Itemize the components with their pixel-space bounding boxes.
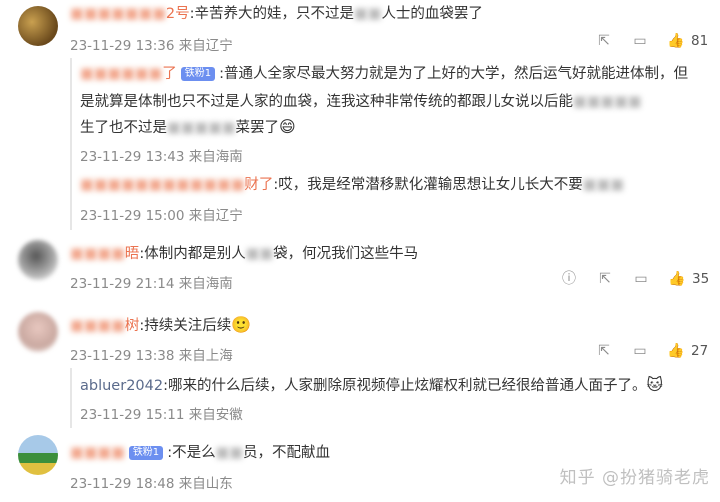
like-icon[interactable]: 👍: [667, 343, 685, 359]
timestamp: 23-11-29 18:48: [70, 476, 175, 492]
avatar[interactable]: [18, 6, 58, 46]
avatar[interactable]: [18, 240, 58, 280]
comment-meta: 23-11-29 13:36 来自辽宁: [70, 34, 233, 54]
username[interactable]: ■■■■■■■■■■■■: [80, 177, 244, 193]
avatar[interactable]: [18, 435, 58, 475]
comment-text: ■■■■■■■2号:辛苦养大的娃，只不过是■■人士的血袋罢了: [70, 3, 483, 25]
timestamp: 23-11-29 13:43: [80, 149, 185, 165]
timestamp: 23-11-29 13:36: [70, 38, 175, 54]
blurred-text: ■■: [215, 445, 243, 461]
location: 来自安徽: [188, 407, 243, 423]
comment-icon[interactable]: ▭: [631, 33, 649, 49]
reply-text: ■■■■■■■■■■■■财了:哎，我是经常潜移默化灌输思想让女儿长大不要■■■: [80, 174, 624, 196]
laugh-emoji-icon: 😄: [279, 117, 296, 136]
reply-text-line3: 生了也不过是■■■■■菜罢了😄: [80, 116, 296, 139]
username[interactable]: abluer2042: [80, 378, 163, 394]
location: 来自山东: [178, 476, 233, 492]
report-icon[interactable]: ⓘ: [560, 271, 578, 287]
comment-body: :普通人全家尽最大努力就是为了上好的大学，然后运气好就能进体制，但: [219, 66, 688, 82]
comment-body: 生了也不过是: [80, 120, 167, 136]
smile-emoji-icon: 🙂: [231, 315, 252, 334]
comment-actions: ⇱ ▭ 👍 27: [595, 343, 708, 359]
blurred-text: ■■■■■: [167, 120, 236, 136]
timestamp: 23-11-29 21:14: [70, 276, 175, 292]
comment-body: :体制内都是别人: [139, 246, 246, 262]
blurred-text: ■■: [245, 246, 274, 262]
location: 来自上海: [178, 348, 233, 364]
username-suffix[interactable]: 树: [125, 318, 140, 334]
username[interactable]: ■■■■: [70, 445, 125, 461]
like-count: 27: [691, 343, 709, 359]
username-suffix[interactable]: 了: [162, 66, 177, 82]
comment-body: 袋，何况我们这些牛马: [273, 246, 419, 262]
comment-actions: ⇱ ▭ 👍 81: [595, 33, 708, 49]
comment-meta: 23-11-29 15:11 来自安徽: [80, 403, 243, 423]
blurred-text: ■■■: [582, 177, 624, 193]
comment-body: :哎，我是经常潜移默化灌输思想让女儿长大不要: [273, 177, 583, 193]
watermark: 知乎 @扮猪骑老虎: [559, 468, 710, 488]
timestamp: 23-11-29 15:11: [80, 407, 185, 423]
like-icon[interactable]: 👍: [668, 271, 686, 287]
location: 来自辽宁: [188, 208, 243, 224]
comment-body: 员，不配献血: [242, 445, 330, 461]
comment-body: 菜罢了: [235, 120, 280, 136]
comment-body: :不是么: [167, 445, 216, 461]
comment-text: ■■■■ 铁粉1:不是么■■员，不配献血: [70, 442, 330, 464]
share-icon[interactable]: ⇱: [595, 343, 613, 359]
emoji-icon: 🐱: [646, 375, 664, 394]
timestamp: 23-11-29 13:38: [70, 348, 175, 364]
username-suffix[interactable]: 2号: [166, 6, 190, 22]
comment-actions: ⓘ ⇱ ▭ 👍 35: [560, 271, 709, 287]
comment-icon[interactable]: ▭: [632, 271, 650, 287]
comment-icon[interactable]: ▭: [631, 343, 649, 359]
comment-body: 是就算是体制也只不过是人家的血袋，连我这种非常传统的都跟儿女说以后能: [80, 94, 573, 110]
comment-body: :辛苦养大的娃，只不过是: [189, 6, 355, 22]
share-icon[interactable]: ⇱: [595, 33, 613, 49]
fan-badge: 铁粉1: [128, 446, 164, 460]
comment-text: ■■■■树:持续关注后续🙂: [70, 314, 251, 337]
username[interactable]: ■■■■: [70, 318, 125, 334]
reply-text: abluer2042:哪来的什么后续，人家删除原视频停止炫耀权利就已经很给普通人…: [80, 374, 663, 397]
username[interactable]: ■■■■: [70, 246, 125, 262]
comment-meta: 23-11-29 13:38 来自上海: [70, 344, 233, 364]
comment-meta: 23-11-29 13:43 来自海南: [80, 145, 243, 165]
reply-text-line2: 是就算是体制也只不过是人家的血袋，连我这种非常传统的都跟儿女说以后能■■■■■: [80, 91, 642, 113]
comment-meta: 23-11-29 15:00 来自辽宁: [80, 204, 243, 224]
username-suffix[interactable]: 晤: [125, 246, 140, 262]
location: 来自海南: [178, 276, 233, 292]
comment-text: ■■■■晤:体制内都是别人■■袋，何况我们这些牛马: [70, 243, 418, 265]
timestamp: 23-11-29 15:00: [80, 208, 185, 224]
blurred-text: ■■: [354, 6, 382, 22]
comment-body: :哪来的什么后续，人家删除原视频停止炫耀权利就已经很给普通人面子了。: [163, 378, 647, 394]
comment-meta: 23-11-29 21:14 来自海南: [70, 272, 233, 292]
share-icon[interactable]: ⇱: [596, 271, 614, 287]
like-icon[interactable]: 👍: [667, 33, 685, 49]
avatar[interactable]: [18, 312, 58, 352]
blurred-text: ■■■■■: [573, 94, 642, 110]
reply-text: ■■■■■■了 铁粉1:普通人全家尽最大努力就是为了上好的大学，然后运气好就能进体…: [80, 63, 688, 85]
username[interactable]: ■■■■■■: [80, 66, 162, 82]
location: 来自辽宁: [178, 38, 233, 54]
fan-badge: 铁粉1: [180, 67, 216, 81]
comment-body: 人士的血袋罢了: [381, 6, 483, 22]
location: 来自海南: [188, 149, 243, 165]
username-suffix[interactable]: 财了: [244, 177, 273, 193]
comment-meta: 23-11-29 18:48 来自山东: [70, 472, 233, 492]
like-count: 35: [692, 271, 710, 287]
username[interactable]: ■■■■■■■: [70, 6, 166, 22]
like-count: 81: [691, 33, 709, 49]
comment-body: :持续关注后续: [139, 318, 232, 334]
